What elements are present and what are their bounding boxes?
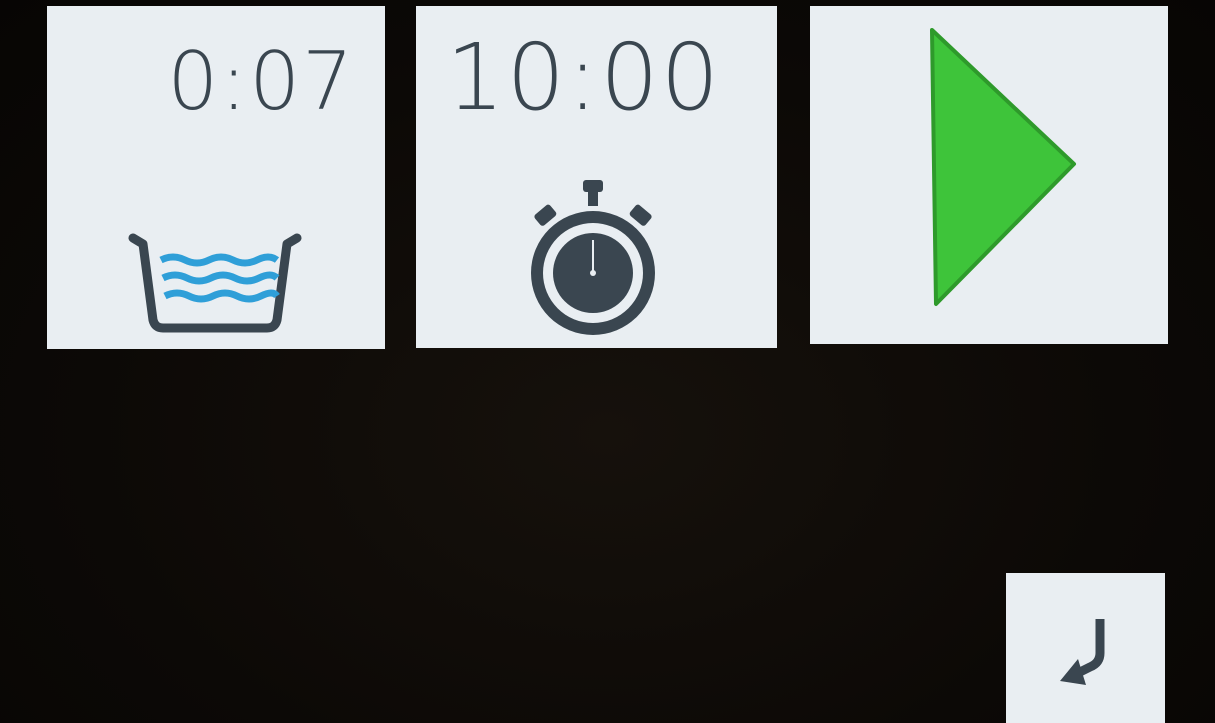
start-button[interactable]	[810, 6, 1168, 344]
water-basin-icon	[127, 228, 302, 333]
water-time-readout: 0:07	[167, 35, 355, 128]
play-icon	[928, 26, 1078, 308]
back-button[interactable]	[1006, 573, 1165, 723]
touch-screen: 0:07 10:00	[0, 0, 1215, 723]
timer-tile[interactable]: 10:00	[416, 6, 777, 348]
water-fill-tile[interactable]: 0:07	[47, 6, 385, 349]
return-arrow-icon	[1056, 613, 1116, 689]
timer-time-readout: 10:00	[446, 24, 722, 131]
stopwatch-icon	[522, 178, 664, 338]
